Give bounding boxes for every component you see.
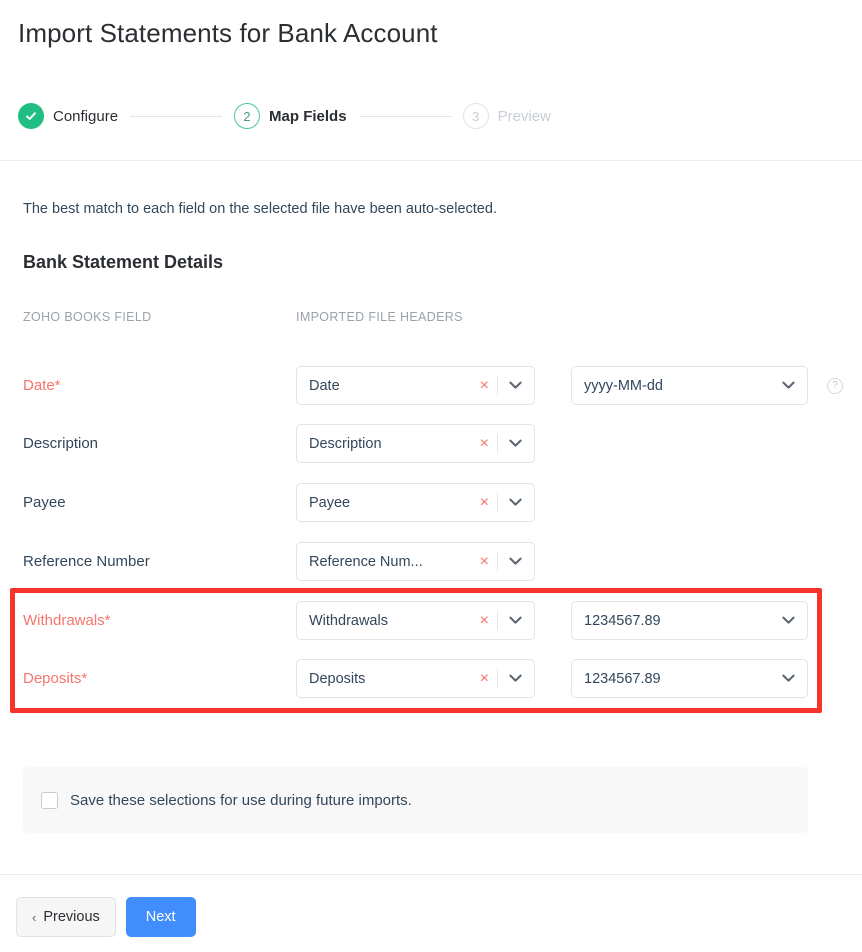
chevron-down-icon[interactable] [771, 616, 807, 625]
chevron-left-icon: ‹ [32, 910, 36, 925]
header-select-value-payee: Payee [297, 495, 472, 511]
table-row: Reference Number Reference Num... × [0, 542, 862, 600]
step-label-preview: Preview [498, 108, 551, 125]
header-select-payee[interactable]: Payee × [296, 483, 535, 522]
step-map-fields[interactable]: 2 Map Fields [234, 103, 347, 129]
format-select-value-deposits: 1234567.89 [572, 671, 771, 687]
step-number-badge-2: 2 [234, 103, 260, 129]
header-select-withdrawals[interactable]: Withdrawals × [296, 601, 535, 640]
help-icon[interactable]: ? [827, 378, 843, 394]
format-select-withdrawals[interactable]: 1234567.89 [571, 601, 808, 640]
clear-icon[interactable]: × [472, 378, 497, 394]
stepper-connector-2 [359, 116, 451, 117]
chevron-down-icon[interactable] [771, 381, 807, 390]
column-header-imported-headers: IMPORTED FILE HEADERS [296, 310, 463, 324]
clear-icon[interactable]: × [472, 613, 497, 629]
page-title: Import Statements for Bank Account [18, 18, 438, 49]
table-row: Withdrawals* Withdrawals × 1234567.89 [0, 601, 862, 659]
field-label-payee: Payee [23, 494, 66, 511]
header-select-description[interactable]: Description × [296, 424, 535, 463]
column-header-zoho-field: ZOHO BOOKS FIELD [23, 310, 152, 324]
header-select-value-date: Date [297, 378, 472, 394]
header-select-reference-number[interactable]: Reference Num... × [296, 542, 535, 581]
chevron-down-icon[interactable] [498, 498, 534, 507]
field-label-date: Date* [23, 377, 61, 394]
field-label-withdrawals: Withdrawals* [23, 612, 111, 629]
check-icon [18, 103, 44, 129]
header-select-value-withdrawals: Withdrawals [297, 613, 472, 629]
format-select-value-date: yyyy-MM-dd [572, 378, 771, 394]
auto-select-hint: The best match to each field on the sele… [23, 201, 497, 217]
section-title: Bank Statement Details [23, 252, 223, 273]
table-row: Date* Date × yyyy-MM-dd ? [0, 366, 862, 424]
step-preview[interactable]: 3 Preview [463, 103, 551, 129]
chevron-down-icon[interactable] [498, 557, 534, 566]
import-statements-page: Import Statements for Bank Account Confi… [0, 0, 862, 952]
field-label-description: Description [23, 435, 98, 452]
footer-actions: ‹ Previous Next [16, 897, 196, 937]
step-configure[interactable]: Configure [18, 103, 118, 129]
header-select-date[interactable]: Date × [296, 366, 535, 405]
header-select-value-description: Description [297, 436, 472, 452]
clear-icon[interactable]: × [472, 436, 497, 452]
format-select-deposits[interactable]: 1234567.89 [571, 659, 808, 698]
wizard-stepper: Configure 2 Map Fields 3 Preview [18, 103, 551, 129]
chevron-down-icon[interactable] [771, 674, 807, 683]
footer-divider [0, 874, 862, 875]
step-label-map-fields: Map Fields [269, 108, 347, 125]
header-select-deposits[interactable]: Deposits × [296, 659, 535, 698]
chevron-down-icon[interactable] [498, 439, 534, 448]
format-select-date[interactable]: yyyy-MM-dd [571, 366, 808, 405]
header-divider [0, 160, 862, 161]
save-selections-panel: Save these selections for use during fut… [23, 767, 808, 833]
field-label-deposits: Deposits* [23, 670, 87, 687]
clear-icon[interactable]: × [472, 495, 497, 511]
table-row: Description Description × [0, 424, 862, 482]
clear-icon[interactable]: × [472, 554, 497, 570]
chevron-down-icon[interactable] [498, 674, 534, 683]
step-number-badge-3: 3 [463, 103, 489, 129]
chevron-down-icon[interactable] [498, 616, 534, 625]
header-select-value-reference-number: Reference Num... [297, 554, 472, 570]
step-label-configure: Configure [53, 108, 118, 125]
next-button[interactable]: Next [126, 897, 196, 937]
previous-button-label: Previous [43, 909, 99, 925]
chevron-down-icon[interactable] [498, 381, 534, 390]
header-select-value-deposits: Deposits [297, 671, 472, 687]
stepper-connector-1 [130, 116, 222, 117]
table-row: Payee Payee × [0, 483, 862, 541]
clear-icon[interactable]: × [472, 671, 497, 687]
save-selections-checkbox[interactable] [41, 792, 58, 809]
previous-button[interactable]: ‹ Previous [16, 897, 116, 937]
save-selections-label: Save these selections for use during fut… [70, 792, 412, 809]
next-button-label: Next [146, 909, 176, 925]
field-label-reference-number: Reference Number [23, 553, 150, 570]
table-row: Deposits* Deposits × 1234567.89 [0, 659, 862, 717]
format-select-value-withdrawals: 1234567.89 [572, 613, 771, 629]
